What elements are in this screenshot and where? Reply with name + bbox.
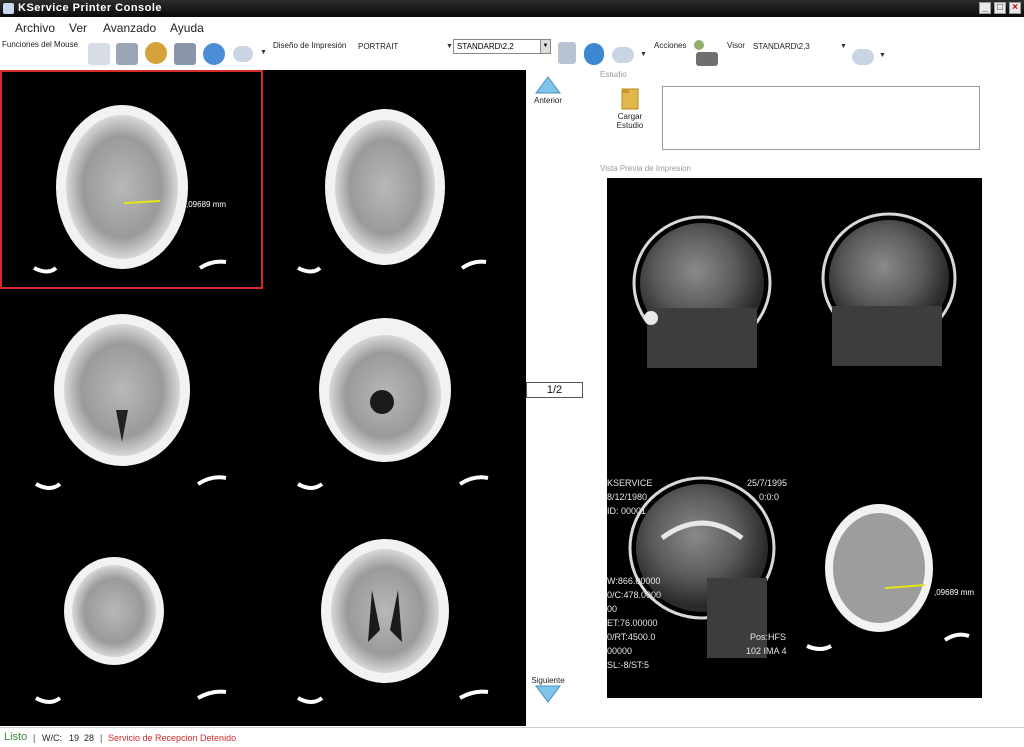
- overlay-institution: KSERVICE: [607, 478, 653, 488]
- printer-settings-icon[interactable]: [558, 42, 576, 64]
- viewer-cell-selected[interactable]: [0, 70, 263, 289]
- minimize-button[interactable]: _: [979, 2, 991, 14]
- maximize-button[interactable]: □: [994, 2, 1006, 14]
- overlay-position: Pos:HFS: [750, 632, 787, 642]
- viewer-label: Visor: [727, 41, 746, 50]
- print-icon[interactable]: [696, 52, 718, 66]
- menu-bar: Archivo Ver Avanzado Ayuda: [0, 17, 1024, 37]
- study-section-label: Estudio: [600, 70, 627, 79]
- overlay-time: 0:0:0: [759, 492, 780, 502]
- overlay-study-date: 25/7/1995: [747, 478, 788, 488]
- preview-zoom-dropdown-arrow[interactable]: ▼: [640, 51, 647, 58]
- zoom-dropdown-arrow[interactable]: ▼: [260, 49, 267, 56]
- preview-zoom-icon[interactable]: [612, 47, 634, 63]
- refresh-icon[interactable]: [584, 43, 604, 65]
- wc-label: W/C:: [42, 733, 62, 743]
- load-study-label: Cargar Estudio: [616, 112, 644, 130]
- orientation-select[interactable]: PORTRAIT: [358, 42, 398, 51]
- previous-page-label: Anterior: [533, 96, 562, 105]
- ct-slice-6: [297, 539, 489, 704]
- preview-mri-sagittal-2: [821, 212, 957, 366]
- rotate-icon[interactable]: [203, 43, 225, 65]
- preview-images: [628, 212, 970, 658]
- menu-avanzado[interactable]: Avanzado: [103, 21, 156, 35]
- previous-page-button[interactable]: Anterior: [530, 76, 566, 105]
- service-status-message: Servicio de Recepcion Detenido: [108, 733, 237, 743]
- viewer-layout-dropdown-arrow[interactable]: ▼: [840, 43, 847, 50]
- study-list[interactable]: [662, 86, 980, 150]
- viewer-zoom-icon[interactable]: [852, 49, 874, 65]
- overlay-window-center: 0/C:478.0000: [607, 590, 662, 600]
- overlay-slice: SL:-8/ST:5: [607, 660, 650, 670]
- window-title: KService Printer Console: [18, 2, 163, 14]
- print-layout-dropdown-button[interactable]: ▼: [540, 40, 550, 53]
- ct-slice-2: [297, 109, 487, 274]
- print-layout-label: Diseño de Impresión: [273, 41, 347, 50]
- overlay-patient-id: ID: 00001: [607, 506, 647, 516]
- viewer-zoom-dropdown-arrow[interactable]: ▼: [879, 52, 886, 59]
- menu-archivo[interactable]: Archivo: [15, 21, 55, 35]
- next-page-label: Siguiente: [531, 676, 565, 685]
- orientation-dropdown-arrow[interactable]: ▼: [446, 43, 453, 50]
- preview-mri-sagittal-1: [632, 215, 772, 368]
- status-text: Listo: [4, 731, 28, 743]
- overlay-birth-date: 8/12/1980: [607, 492, 648, 502]
- actions-label: Acciones: [654, 41, 687, 50]
- viewer-measurement-text: ,09689 mm: [186, 200, 227, 209]
- overlay-repetition: 0/RT:4500.0: [607, 632, 656, 642]
- up-arrow-icon: [535, 76, 561, 94]
- ct-slice-3: [35, 314, 227, 490]
- image-viewer[interactable]: ,09689 mm: [0, 70, 526, 726]
- overlay-image-number: 102 IMA 4: [746, 646, 787, 656]
- app-icon: [3, 3, 14, 14]
- viewer-layout-select[interactable]: STANDARD\2,3: [753, 42, 810, 51]
- measure-tool-icon[interactable]: [174, 43, 196, 65]
- toolbar: Funciones del Mouse ▼ Diseño de Impresió…: [0, 37, 1024, 70]
- preview-section-label: Vista Previa de Impresion: [600, 164, 692, 173]
- overlay-window-width: W:866.00000: [607, 576, 661, 586]
- wc-values: 19 28: [69, 733, 95, 743]
- status-separator-1: |: [33, 733, 36, 743]
- overlay-line6: 00000: [607, 646, 633, 656]
- preview-measurement-text: ,09689 mm: [934, 588, 975, 597]
- preview-mri-sagittal-3: [628, 476, 776, 658]
- mouse-functions-label: Funciones del Mouse: [2, 40, 79, 49]
- zoom-icon[interactable]: [233, 46, 253, 62]
- print-layout-value: STANDARD\2,2: [457, 42, 514, 51]
- print-layout-combo[interactable]: STANDARD\2,2 ▼: [453, 39, 551, 54]
- ct-slice-4: [297, 318, 489, 490]
- down-arrow-icon: [535, 685, 561, 703]
- hand-tool-icon[interactable]: [88, 43, 110, 65]
- action-check-icon[interactable]: [694, 40, 704, 50]
- close-button[interactable]: ×: [1009, 2, 1021, 14]
- user-tool-icon[interactable]: [145, 42, 167, 64]
- print-preview[interactable]: KSERVICE 25/7/1995 8/12/1980 0:0:0 ID: 0…: [607, 178, 982, 698]
- overlay-line3: 00: [607, 604, 618, 614]
- title-bar: KService Printer Console _ □ ×: [0, 0, 1024, 17]
- overlay-echo-time: ET:76.00000: [607, 618, 658, 628]
- menu-ayuda[interactable]: Ayuda: [170, 21, 204, 35]
- folder-icon: [621, 88, 639, 110]
- ct-slice-5: [35, 557, 227, 704]
- status-separator-2: |: [100, 733, 103, 743]
- load-study-button[interactable]: Cargar Estudio: [604, 86, 656, 146]
- page-indicator: 1/2: [526, 382, 583, 398]
- menu-ver[interactable]: Ver: [69, 21, 87, 35]
- window-level-icon[interactable]: [116, 43, 138, 65]
- preview-ct-slice: [806, 504, 970, 651]
- next-page-button[interactable]: Siguiente: [530, 676, 566, 705]
- status-bar: Listo | W/C: 19 28 | Servicio de Recepci…: [0, 727, 1024, 747]
